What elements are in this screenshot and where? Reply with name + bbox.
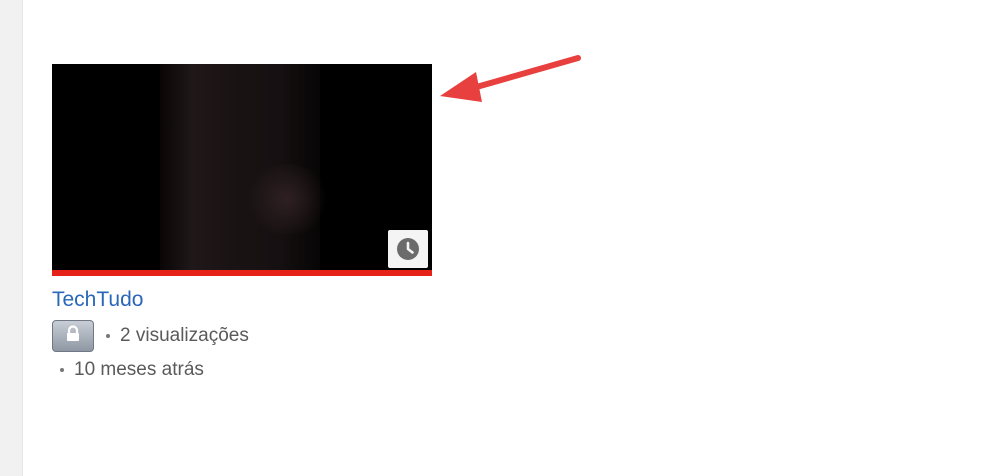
view-count: 2 visualizações — [120, 325, 249, 346]
clock-icon — [395, 236, 421, 262]
thumbnail-glow — [242, 164, 332, 234]
separator-dot — [106, 334, 110, 338]
left-gutter — [0, 0, 23, 476]
red-arrow-icon — [436, 52, 586, 113]
channel-name-link[interactable]: TechTudo — [52, 288, 432, 312]
separator-dot — [60, 368, 64, 372]
video-thumbnail[interactable] — [52, 64, 432, 276]
private-badge — [52, 320, 94, 352]
watch-progress-fill — [52, 270, 432, 276]
meta-row-views: 2 visualizações — [52, 320, 432, 352]
watch-progress-bar — [52, 270, 432, 276]
lock-icon — [63, 324, 83, 349]
watch-later-button[interactable] — [388, 230, 428, 268]
upload-age: 10 meses atrás — [74, 359, 204, 380]
meta-row-age: 10 meses atrás — [52, 358, 432, 382]
video-card: TechTudo 2 visualizações 10 meses atrás — [52, 64, 432, 382]
page: TechTudo 2 visualizações 10 meses atrás — [0, 0, 984, 476]
